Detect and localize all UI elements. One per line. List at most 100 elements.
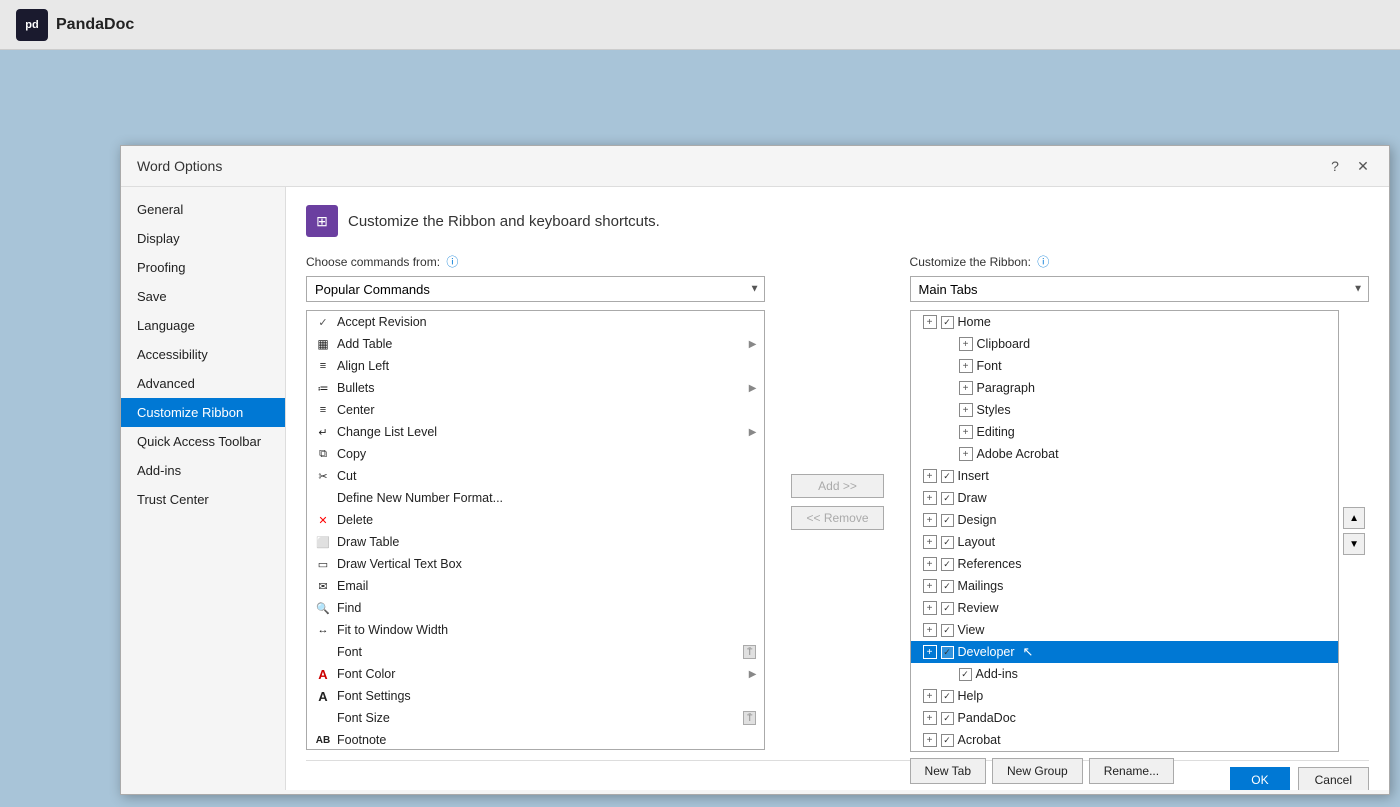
tree-item-help[interactable]: + ✓ Help: [911, 685, 1338, 707]
expand-editing[interactable]: +: [959, 425, 973, 439]
tree-item-styles[interactable]: + Styles: [911, 399, 1338, 421]
tree-item-review[interactable]: + ✓ Review: [911, 597, 1338, 619]
checkbox-design[interactable]: ✓: [941, 514, 954, 527]
close-button[interactable]: ✕: [1353, 156, 1373, 176]
tree-item-paragraph[interactable]: + Paragraph: [911, 377, 1338, 399]
list-item[interactable]: ↔ Fit to Window Width: [307, 619, 764, 641]
list-item[interactable]: A Font Color ▶: [307, 663, 764, 685]
tree-item-add-ins-child[interactable]: ✓ Add-ins: [911, 663, 1338, 685]
list-item[interactable]: ✂ Cut: [307, 465, 764, 487]
checkbox-references[interactable]: ✓: [941, 558, 954, 571]
list-item[interactable]: ▭ Draw Vertical Text Box: [307, 553, 764, 575]
tree-item-mailings[interactable]: + ✓ Mailings: [911, 575, 1338, 597]
expand-styles[interactable]: +: [959, 403, 973, 417]
expand-mailings[interactable]: +: [923, 579, 937, 593]
expand-draw[interactable]: +: [923, 491, 937, 505]
move-down-button[interactable]: ▼: [1343, 533, 1365, 555]
list-item[interactable]: ✉ Email: [307, 575, 764, 597]
tree-item-home[interactable]: + ✓ Home: [911, 311, 1338, 333]
tree-item-clipboard[interactable]: + Clipboard: [911, 333, 1338, 355]
list-item[interactable]: A Font Settings: [307, 685, 764, 707]
cancel-button[interactable]: Cancel: [1298, 767, 1369, 790]
list-item[interactable]: Define New Number Format...: [307, 487, 764, 509]
list-item[interactable]: ≡ Align Left: [307, 355, 764, 377]
new-tab-button[interactable]: New Tab: [910, 758, 986, 784]
tree-item-references[interactable]: + ✓ References: [911, 553, 1338, 575]
expand-adobe[interactable]: +: [959, 447, 973, 461]
sidebar-item-customize-ribbon[interactable]: Customize Ribbon: [121, 398, 285, 427]
tree-item-design[interactable]: + ✓ Design: [911, 509, 1338, 531]
expand-acrobat[interactable]: +: [923, 733, 937, 747]
list-item[interactable]: ≔ Bullets ▶: [307, 377, 764, 399]
list-item[interactable]: ↵ Change List Level ▶: [307, 421, 764, 443]
tree-item-adobe-acrobat[interactable]: + Adobe Acrobat: [911, 443, 1338, 465]
rename-button[interactable]: Rename...: [1089, 758, 1174, 784]
expand-references[interactable]: +: [923, 557, 937, 571]
checkbox-review[interactable]: ✓: [941, 602, 954, 615]
checkbox-pandadoc[interactable]: ✓: [941, 712, 954, 725]
list-item[interactable]: ⬜ Draw Table: [307, 531, 764, 553]
sidebar-item-quick-access[interactable]: Quick Access Toolbar: [121, 427, 285, 456]
tree-item-developer[interactable]: + ✓ Developer ↖: [911, 641, 1338, 663]
list-item[interactable]: Font T̄: [307, 641, 764, 663]
ribbon-dropdown[interactable]: Main Tabs Tool Tabs All Tabs: [910, 276, 1369, 302]
tree-item-layout[interactable]: + ✓ Layout: [911, 531, 1338, 553]
expand-pandadoc[interactable]: +: [923, 711, 937, 725]
checkbox-help[interactable]: ✓: [941, 690, 954, 703]
help-button[interactable]: ?: [1325, 156, 1345, 176]
expand-home[interactable]: +: [923, 315, 937, 329]
list-item[interactable]: AB Footnote: [307, 729, 764, 750]
expand-design[interactable]: +: [923, 513, 937, 527]
expand-font[interactable]: +: [959, 359, 973, 373]
tree-item-view[interactable]: + ✓ View: [911, 619, 1338, 641]
list-item[interactable]: 🔍 Find: [307, 597, 764, 619]
expand-help[interactable]: +: [923, 689, 937, 703]
move-up-button[interactable]: ▲: [1343, 507, 1365, 529]
ribbon-tree[interactable]: + ✓ Home + Clipboard: [910, 310, 1339, 752]
two-col-layout: Choose commands from: ⓘ Popular Commands…: [306, 253, 1369, 750]
checkbox-developer[interactable]: ✓: [941, 646, 954, 659]
list-item[interactable]: ≡ Center: [307, 399, 764, 421]
tree-item-insert[interactable]: + ✓ Insert: [911, 465, 1338, 487]
checkbox-insert[interactable]: ✓: [941, 470, 954, 483]
tree-item-editing[interactable]: + Editing: [911, 421, 1338, 443]
checkbox-mailings[interactable]: ✓: [941, 580, 954, 593]
ok-button[interactable]: OK: [1230, 767, 1289, 790]
sidebar-item-advanced[interactable]: Advanced: [121, 369, 285, 398]
commands-list[interactable]: ✓ Accept Revision ▦ Add Table ▶ ≡ Alig: [306, 310, 765, 750]
tree-item-acrobat[interactable]: + ✓ Acrobat: [911, 729, 1338, 751]
add-button[interactable]: Add >>: [791, 474, 883, 498]
sidebar-item-proofing[interactable]: Proofing: [121, 253, 285, 282]
sidebar-item-language[interactable]: Language: [121, 311, 285, 340]
list-item[interactable]: ✕ Delete: [307, 509, 764, 531]
remove-button[interactable]: << Remove: [791, 506, 883, 530]
commands-dropdown[interactable]: Popular Commands All Commands Commands N…: [306, 276, 765, 302]
tree-item-font[interactable]: + Font: [911, 355, 1338, 377]
expand-insert[interactable]: +: [923, 469, 937, 483]
list-item[interactable]: ⧉ Copy: [307, 443, 764, 465]
expand-developer[interactable]: +: [923, 645, 937, 659]
sidebar-item-general[interactable]: General: [121, 195, 285, 224]
sidebar-item-display[interactable]: Display: [121, 224, 285, 253]
checkbox-home[interactable]: ✓: [941, 316, 954, 329]
sidebar-item-trust-center[interactable]: Trust Center: [121, 485, 285, 514]
tree-item-pandadoc[interactable]: + ✓ PandaDoc: [911, 707, 1338, 729]
sidebar-item-accessibility[interactable]: Accessibility: [121, 340, 285, 369]
checkbox-layout[interactable]: ✓: [941, 536, 954, 549]
list-item[interactable]: ▦ Add Table ▶: [307, 333, 764, 355]
expand-layout[interactable]: +: [923, 535, 937, 549]
expand-clipboard[interactable]: +: [959, 337, 973, 351]
checkbox-draw[interactable]: ✓: [941, 492, 954, 505]
checkbox-view[interactable]: ✓: [941, 624, 954, 637]
sidebar-item-add-ins[interactable]: Add-ins: [121, 456, 285, 485]
expand-review[interactable]: +: [923, 601, 937, 615]
checkbox-add-ins-child[interactable]: ✓: [959, 668, 972, 681]
expand-paragraph[interactable]: +: [959, 381, 973, 395]
sidebar-item-save[interactable]: Save: [121, 282, 285, 311]
expand-view[interactable]: +: [923, 623, 937, 637]
new-group-button[interactable]: New Group: [992, 758, 1083, 784]
tree-item-draw[interactable]: + ✓ Draw: [911, 487, 1338, 509]
checkbox-acrobat[interactable]: ✓: [941, 734, 954, 747]
list-item[interactable]: ✓ Accept Revision: [307, 311, 764, 333]
list-item[interactable]: Font Size T̄: [307, 707, 764, 729]
